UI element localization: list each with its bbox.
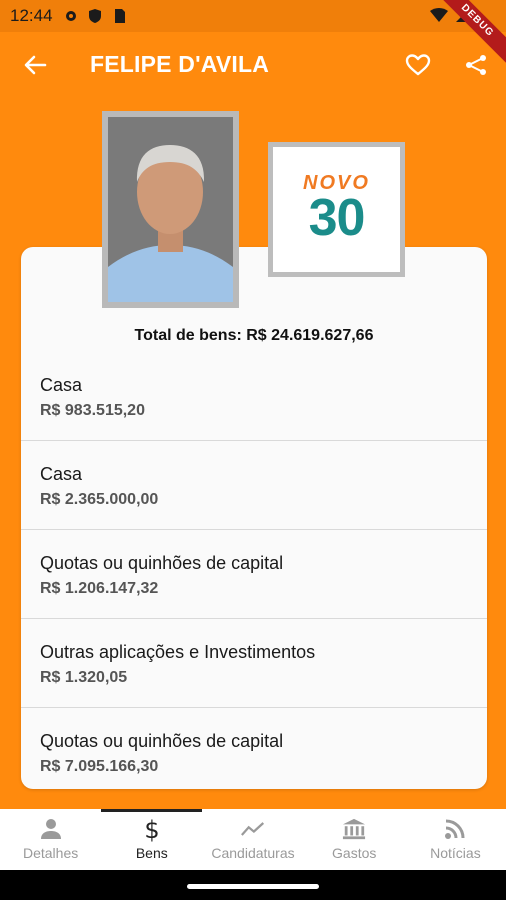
- asset-value: R$ 2.365.000,00: [40, 491, 159, 508]
- assets-card: Total de bens: R$ 24.619.627,66 Casa R$ …: [21, 247, 487, 789]
- asset-item[interactable]: Quotas ou quinhões de capital R$ 7.095.1…: [21, 708, 487, 789]
- total-assets: Total de bens: R$ 24.619.627,66: [134, 327, 374, 344]
- sim-card-icon: [111, 8, 127, 24]
- party-logo: NOVO 30: [273, 147, 400, 272]
- rss-icon: [443, 817, 467, 841]
- back-button[interactable]: [18, 50, 52, 80]
- candidate-photo-frame: [102, 111, 239, 308]
- nav-label: Candidaturas: [211, 845, 295, 861]
- nav-candidaturas[interactable]: Candidaturas: [202, 809, 303, 870]
- nav-label: Notícias: [430, 845, 481, 861]
- person-icon: [39, 817, 63, 841]
- asset-value: R$ 1.206.147,32: [40, 580, 159, 597]
- asset-title: Casa: [40, 375, 83, 395]
- party-logo-number: 30: [308, 189, 366, 247]
- assets-list: Casa R$ 983.515,20 Casa R$ 2.365.000,00 …: [21, 352, 487, 789]
- nav-gastos[interactable]: Gastos: [304, 809, 405, 870]
- asset-value: R$ 7.095.166,30: [40, 758, 159, 775]
- asset-item[interactable]: Quotas ou quinhões de capital R$ 1.206.1…: [21, 530, 487, 619]
- asset-title: Quotas ou quinhões de capital: [40, 553, 284, 573]
- home-gesture-handle[interactable]: [187, 884, 319, 889]
- arrow-back-icon: [24, 55, 47, 75]
- share-icon: [466, 55, 486, 75]
- bottom-navigation: Detalhes $ Bens Candidaturas Gastos Notí…: [0, 809, 506, 870]
- asset-title: Quotas ou quinhões de capital: [40, 731, 284, 751]
- app-bar: FELIPE D'AVILA: [0, 32, 506, 98]
- nav-label: Detalhes: [22, 845, 79, 861]
- party-logo-frame: NOVO 30: [268, 142, 405, 277]
- wifi-icon: [430, 7, 448, 28]
- heart-outline-icon: [405, 54, 431, 76]
- dollar-icon: $: [140, 816, 164, 842]
- bank-icon: [342, 817, 366, 841]
- nav-label: Bens: [135, 845, 168, 861]
- asset-item[interactable]: Casa R$ 2.365.000,00: [21, 441, 487, 530]
- nav-bens[interactable]: $ Bens: [101, 809, 203, 870]
- asset-title: Outras aplicações e Investimentos: [40, 642, 316, 662]
- status-bar: 12:44: [0, 0, 506, 32]
- nav-label: Gastos: [332, 845, 377, 861]
- shield-icon: [87, 8, 103, 24]
- nav-detalhes[interactable]: Detalhes: [0, 809, 101, 870]
- favorite-button[interactable]: [400, 48, 436, 82]
- asset-value: R$ 1.320,05: [40, 669, 128, 686]
- trending-icon: [241, 817, 265, 841]
- asset-item[interactable]: Casa R$ 983.515,20: [21, 352, 487, 441]
- asset-value: R$ 983.515,20: [40, 402, 145, 419]
- svg-text:$: $: [144, 816, 159, 842]
- candidate-photo: [108, 117, 233, 302]
- asset-item[interactable]: Outras aplicações e Investimentos R$ 1.3…: [21, 619, 487, 708]
- asset-title: Casa: [40, 464, 83, 484]
- nav-noticias[interactable]: Notícias: [405, 809, 506, 870]
- page-title: FELIPE D'AVILA: [90, 51, 270, 77]
- settings-icon: [63, 8, 79, 24]
- status-time: 12:44: [10, 6, 53, 25]
- share-button[interactable]: [458, 48, 494, 82]
